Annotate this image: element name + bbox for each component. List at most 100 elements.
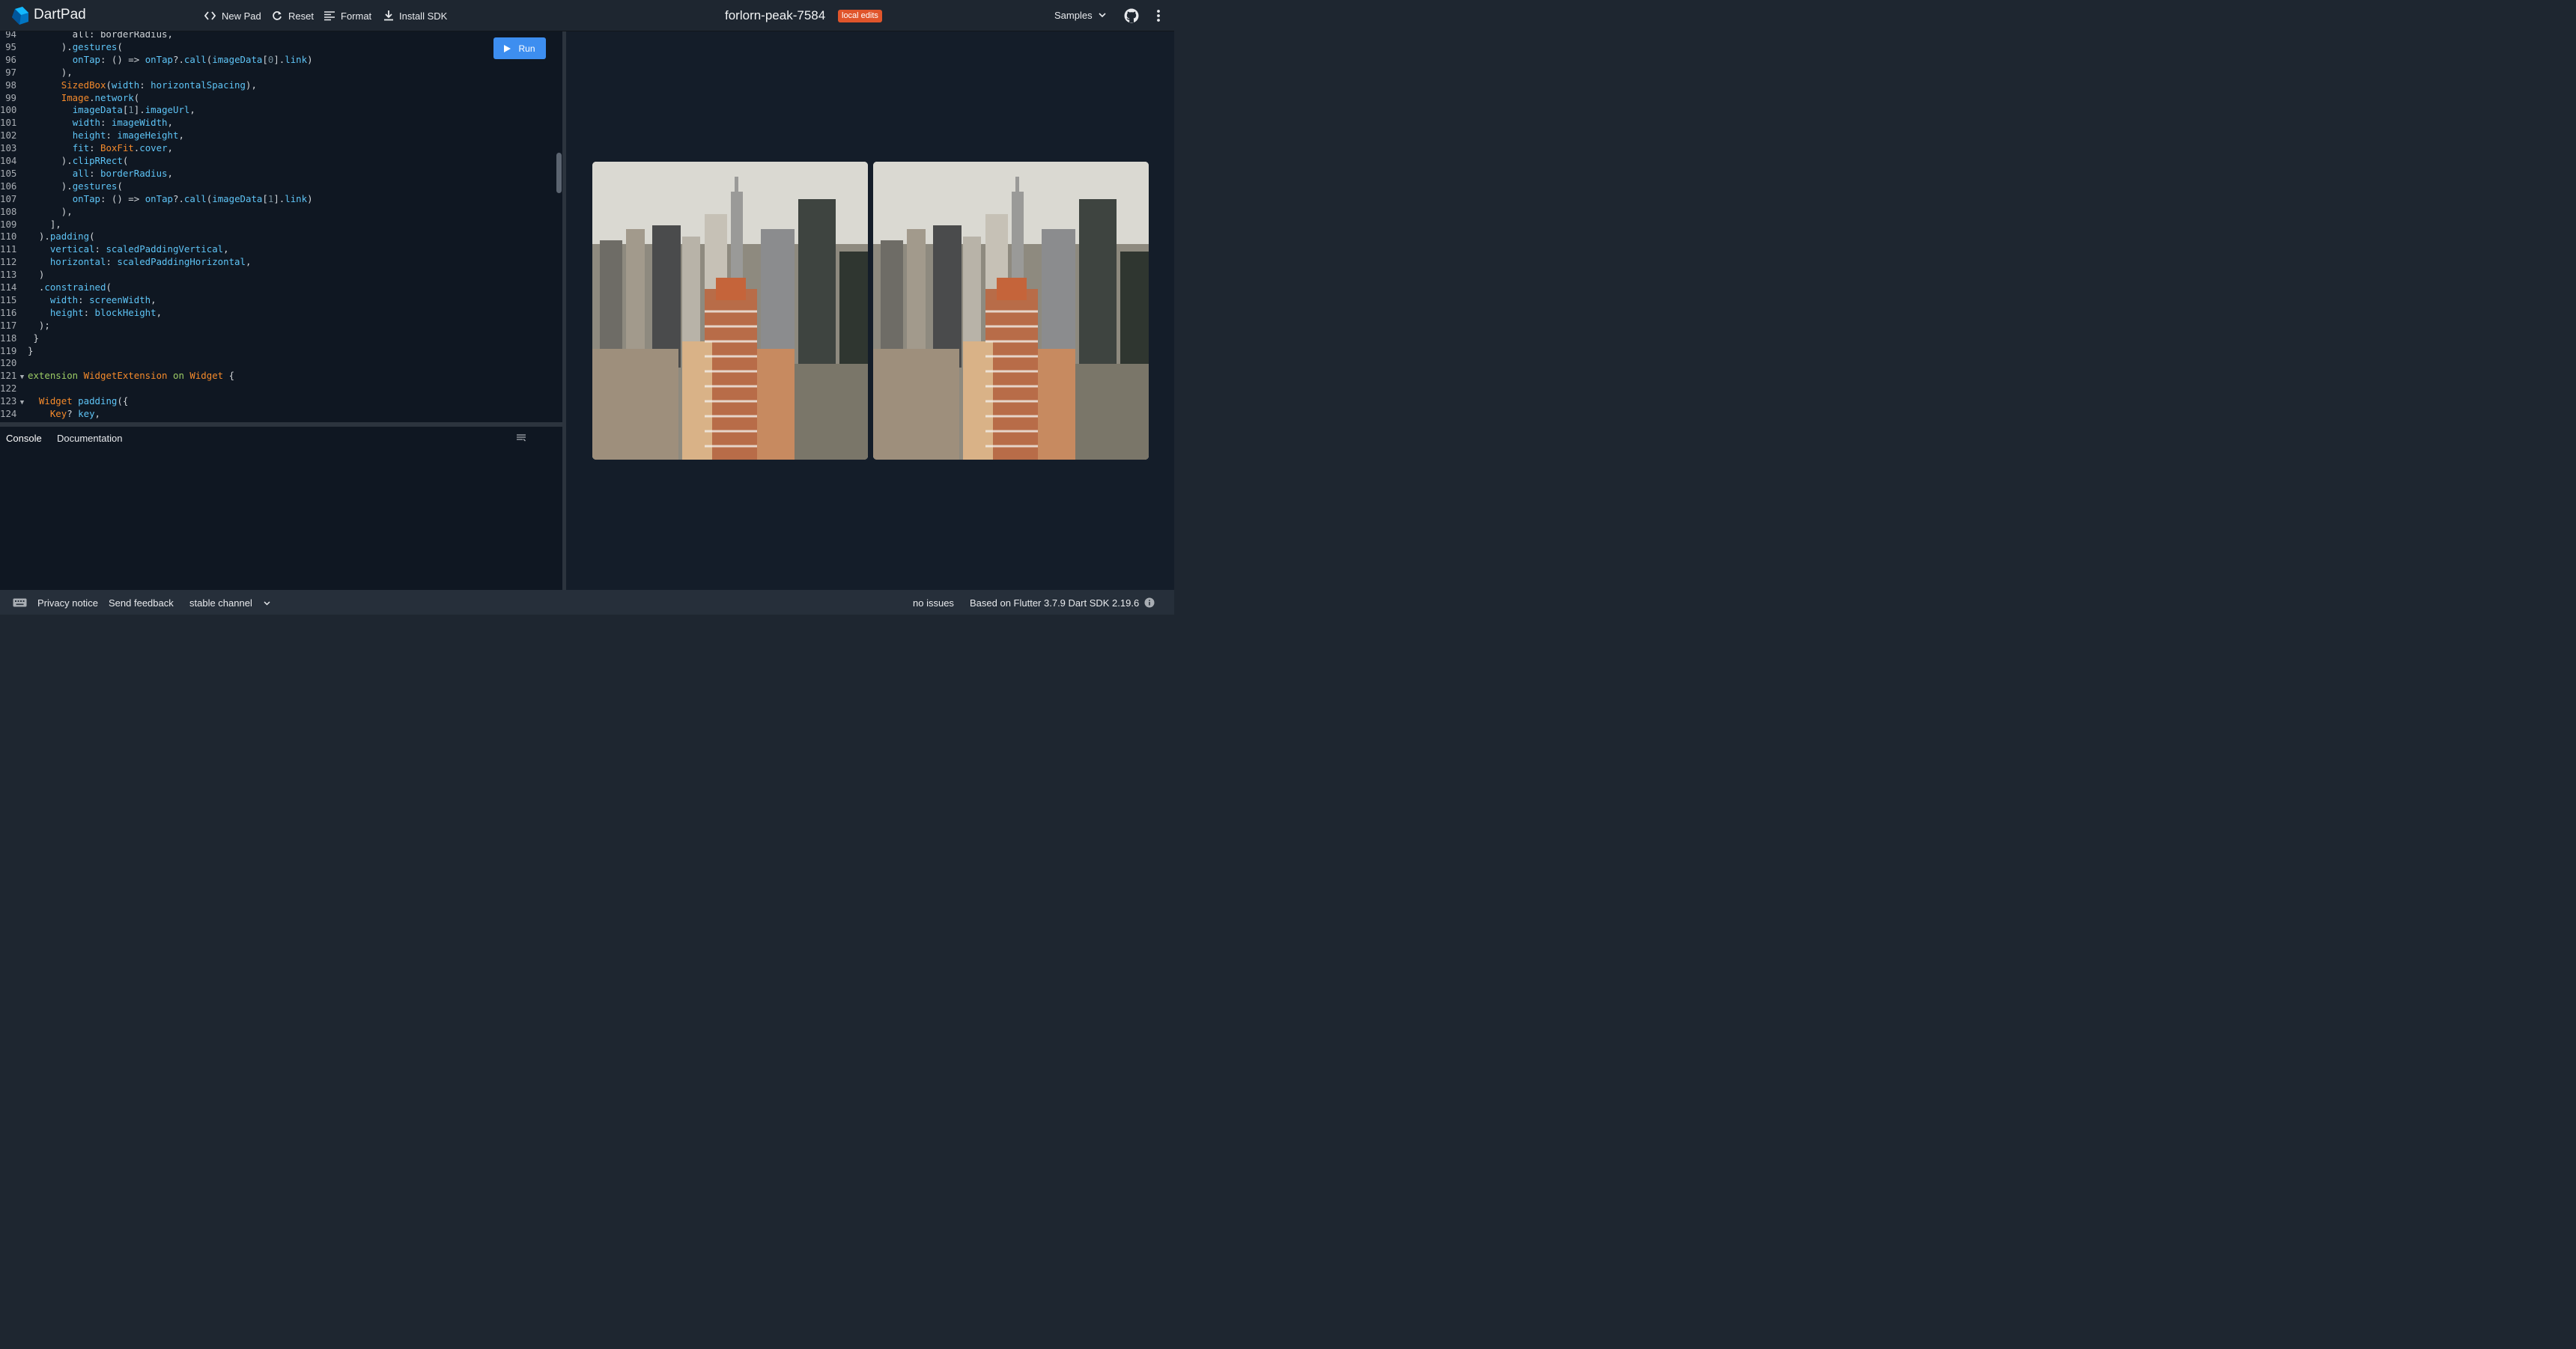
code-icon <box>204 11 216 20</box>
send-feedback-link[interactable]: Send feedback <box>109 597 174 609</box>
code-token: : <box>83 306 95 318</box>
code-line[interactable]: 121 ▼ extension WidgetExtension on Widget … <box>0 369 554 382</box>
code-line[interactable]: 119} <box>0 344 554 357</box>
code-token: call <box>183 53 207 65</box>
run-button[interactable]: Run <box>493 37 546 59</box>
line-number: 100 <box>0 104 17 116</box>
issues-status[interactable]: no issues <box>913 597 954 609</box>
privacy-notice-link[interactable]: Privacy notice <box>37 597 98 609</box>
samples-dropdown[interactable]: Samples <box>1054 10 1106 21</box>
code-line[interactable]: 118 } <box>0 332 554 344</box>
city-image-right[interactable] <box>873 162 1149 460</box>
code-line[interactable]: 111 vertical: scaledPaddingVertical, <box>0 243 554 255</box>
code-editor[interactable]: 94 all: borderRadius, 95 ).gestures(96 on… <box>0 31 562 422</box>
line-number: 98 <box>5 79 16 91</box>
code-line[interactable]: 114 .constrained( <box>0 281 554 293</box>
code-line[interactable]: 97 ), <box>0 66 554 79</box>
code-token: key <box>78 408 95 419</box>
code-token: Widget <box>189 370 224 382</box>
code-line[interactable]: 113 ) <box>0 268 554 281</box>
clear-console-icon[interactable] <box>517 434 526 442</box>
editor-scrollbar[interactable] <box>556 153 562 193</box>
tab-console[interactable]: Console <box>6 433 42 444</box>
install-sdk-button[interactable]: Install SDK <box>384 9 447 22</box>
code-token: imageData <box>72 104 123 116</box>
code-line[interactable]: 122 <box>0 382 554 395</box>
code-line[interactable]: 123 ▼ Widget padding({ <box>0 395 554 407</box>
code-line[interactable]: 115 width: screenWidth, <box>0 293 554 306</box>
code-line[interactable]: 102 height: imageHeight, <box>0 129 554 141</box>
code-token: ]. <box>273 192 285 204</box>
code-line[interactable]: 112 horizontal: scaledPaddingHorizontal, <box>0 255 554 268</box>
keyboard-icon[interactable] <box>13 598 27 607</box>
code-token: vertical <box>49 243 95 255</box>
line-number: 95 <box>5 40 16 52</box>
line-number: 118 <box>0 332 17 344</box>
line-number: 97 <box>5 66 16 78</box>
code-line[interactable]: 105 all: borderRadius, <box>0 167 554 180</box>
refresh-icon <box>273 11 282 20</box>
code-token: ( <box>117 180 123 192</box>
code-line[interactable]: 124 Key? key, <box>0 407 554 420</box>
code-line[interactable]: 95 ).gestures( <box>0 40 554 53</box>
code-token: width <box>72 117 100 129</box>
code-line[interactable]: 117 ); <box>0 319 554 332</box>
code-token: blockHeight <box>94 306 157 318</box>
line-number: 108 <box>0 205 17 217</box>
code-line[interactable]: 101 width: imageWidth, <box>0 116 554 129</box>
code-line[interactable]: 108 ), <box>0 205 554 218</box>
code-line[interactable]: 99 Image.network( <box>0 91 554 104</box>
code-token: ) <box>307 53 313 65</box>
code-token: . <box>89 91 95 103</box>
install-sdk-label: Install SDK <box>399 10 448 22</box>
code-line[interactable]: 116 height: blockHeight, <box>0 306 554 319</box>
line-number: 121 <box>0 370 17 382</box>
code-token: horizontal <box>49 256 106 268</box>
info-icon[interactable] <box>1144 597 1155 608</box>
code-token: ]. <box>273 53 285 65</box>
code-line[interactable]: 110 ).padding( <box>0 230 554 243</box>
code-line[interactable]: 106 ).gestures( <box>0 180 554 192</box>
code-token: , <box>223 243 229 255</box>
code-line[interactable]: 103 fit: BoxFit.cover, <box>0 141 554 154</box>
code-line[interactable]: 120 <box>0 356 554 369</box>
code-line[interactable]: 98 SizedBox(width: horizontalSpacing), <box>0 79 554 91</box>
city-image-left[interactable] <box>592 162 868 460</box>
code-token: network <box>94 91 134 103</box>
code-token: gestures <box>72 180 118 192</box>
format-button[interactable]: Format <box>324 9 371 22</box>
channel-dropdown[interactable]: stable channel <box>189 597 270 609</box>
pad-name: forlorn-peak-7584 <box>725 8 826 22</box>
new-pad-button[interactable]: New Pad <box>204 9 261 22</box>
line-number: 94 <box>5 31 16 40</box>
line-number: 119 <box>0 344 17 356</box>
reset-button[interactable]: Reset <box>272 9 314 22</box>
code-token: width <box>49 293 79 305</box>
code-token: ?. <box>173 53 184 65</box>
line-number: 123 <box>0 395 17 407</box>
code-token: imageWidth <box>111 117 168 129</box>
github-icon[interactable] <box>1124 8 1139 23</box>
code-token: ]. <box>133 104 145 116</box>
code-token: [ <box>262 192 268 204</box>
more-vert-icon[interactable] <box>1152 8 1165 23</box>
code-line[interactable]: 96 onTap: () => onTap?.call(imageData[0]… <box>0 53 554 66</box>
line-number: 115 <box>0 293 17 305</box>
code-line[interactable]: 109 ], <box>0 218 554 231</box>
code-token: , <box>151 293 157 305</box>
line-number: 111 <box>0 243 17 255</box>
line-number: 102 <box>0 130 17 141</box>
code-line[interactable]: 104 ).clipRRect( <box>0 154 554 167</box>
code-line[interactable]: 107 onTap: () => onTap?.call(imageData[1… <box>0 192 554 205</box>
tab-documentation[interactable]: Documentation <box>57 433 122 444</box>
code-token: , <box>178 130 184 141</box>
code-line[interactable]: 94 all: borderRadius, <box>0 31 554 40</box>
line-number: 116 <box>0 306 17 318</box>
code-line[interactable]: 100 imageData[1].imageUrl, <box>0 103 554 116</box>
